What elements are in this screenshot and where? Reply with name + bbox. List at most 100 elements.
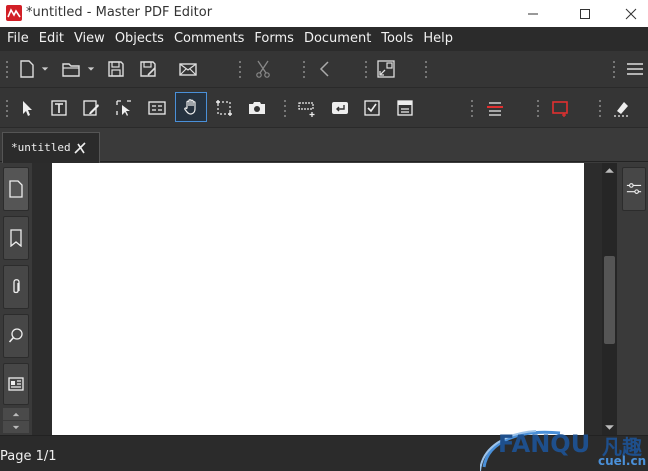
- combo-box-tool-button[interactable]: [392, 95, 418, 121]
- save-as-button[interactable]: [135, 56, 161, 82]
- list-box-icon: [397, 100, 413, 116]
- form-field-tool-button[interactable]: [144, 95, 170, 121]
- minimize-icon: [528, 13, 538, 14]
- pdf-page[interactable]: [52, 163, 584, 435]
- pointer-box-icon: [116, 100, 131, 116]
- chevron-down-icon: [41, 67, 49, 71]
- menu-tools[interactable]: Tools: [376, 27, 418, 51]
- cut-button[interactable]: [250, 56, 276, 82]
- maximize-icon: [580, 8, 590, 19]
- main-toolbar: [0, 51, 648, 130]
- app-window: *untitled - Master PDF Editor File Edit …: [0, 0, 648, 471]
- bookmarks-panel-button[interactable]: [3, 216, 29, 260]
- fit-page-icon: [377, 60, 395, 78]
- sidebar-scroll-up[interactable]: [3, 408, 29, 420]
- menu-forms[interactable]: Forms: [249, 27, 299, 51]
- toolbar-grip[interactable]: [5, 61, 9, 81]
- scrollbar-thumb[interactable]: [604, 256, 615, 344]
- menu-document[interactable]: Document: [299, 27, 376, 51]
- tab-close-icon[interactable]: [73, 141, 87, 155]
- pages-panel-button[interactable]: [3, 167, 29, 211]
- vertical-scrollbar[interactable]: [602, 163, 617, 435]
- new-document-dropdown[interactable]: [38, 56, 52, 82]
- hamburger-icon: [627, 63, 643, 75]
- tab-untitled[interactable]: *untitled: [2, 132, 100, 163]
- mail-icon: [179, 63, 197, 76]
- eraser-button[interactable]: [608, 95, 634, 121]
- watermark-domain: cuel.cn: [598, 454, 647, 468]
- open-dropdown[interactable]: [84, 56, 98, 82]
- open-button[interactable]: [58, 56, 84, 82]
- maximize-button[interactable]: [562, 0, 608, 27]
- hand-icon: [184, 99, 196, 115]
- toolbar-grip[interactable]: [536, 100, 540, 120]
- new-document-button[interactable]: [14, 56, 40, 82]
- insert-button[interactable]: [327, 95, 353, 121]
- rectangle-icon: [552, 101, 568, 117]
- menu-view[interactable]: View: [69, 27, 110, 51]
- right-sidebar: [617, 163, 648, 435]
- minimize-button[interactable]: [510, 0, 556, 27]
- crop-icon: [216, 100, 232, 116]
- highlight-text-button[interactable]: [482, 95, 508, 121]
- document-tab-bar: *untitled: [0, 128, 648, 163]
- menu-file[interactable]: File: [2, 27, 34, 51]
- app-logo-icon: [6, 5, 22, 21]
- save-button[interactable]: [103, 56, 129, 82]
- toolbar-grip[interactable]: [302, 61, 306, 81]
- toolbar-grip[interactable]: [364, 61, 368, 81]
- sliders-icon: [626, 183, 642, 194]
- scissors-icon: [256, 60, 270, 78]
- menu-comments[interactable]: Comments: [169, 27, 249, 51]
- toolbar-grip[interactable]: [612, 61, 616, 81]
- close-icon: [625, 8, 637, 19]
- menu-help[interactable]: Help: [418, 27, 458, 51]
- text-field-add-icon: [298, 102, 315, 117]
- watermark-logo: FANQU 凡趣 cuel.cn: [480, 427, 648, 471]
- text-box-icon: [51, 100, 67, 116]
- left-sidebar: [0, 163, 32, 435]
- thumbnails-icon: [8, 377, 24, 391]
- enter-key-icon: [332, 102, 348, 114]
- email-button[interactable]: [175, 56, 201, 82]
- back-button[interactable]: [312, 56, 338, 82]
- close-button[interactable]: [608, 0, 648, 27]
- folder-open-icon: [62, 63, 80, 77]
- crop-tool-button[interactable]: [211, 95, 237, 121]
- text-tool-button[interactable]: [46, 95, 72, 121]
- menu-edit[interactable]: Edit: [34, 27, 69, 51]
- search-panel-button[interactable]: [3, 314, 29, 358]
- checkbox-tool-button[interactable]: [359, 95, 385, 121]
- rectangle-annotation-button[interactable]: [547, 95, 573, 121]
- attachments-panel-button[interactable]: [3, 265, 29, 309]
- toolbar-grip[interactable]: [424, 61, 428, 81]
- menu-objects[interactable]: Objects: [110, 27, 169, 51]
- edit-image-tool-button[interactable]: [78, 95, 104, 121]
- more-menu-button[interactable]: [622, 56, 648, 82]
- select-tool-button[interactable]: [14, 95, 40, 121]
- toolbar-grip[interactable]: [283, 100, 287, 120]
- document-viewport[interactable]: [32, 163, 602, 435]
- hand-tool-button[interactable]: [175, 92, 207, 122]
- add-field-button[interactable]: [294, 95, 320, 121]
- toolbar-grip[interactable]: [238, 61, 242, 81]
- edit-objects-tool-button[interactable]: [111, 95, 137, 121]
- menu-bar: File Edit View Objects Comments Forms Do…: [0, 27, 648, 51]
- sidebar-scroll-down[interactable]: [3, 421, 29, 433]
- window-title: *untitled - Master PDF Editor: [26, 5, 213, 20]
- new-document-icon: [20, 60, 34, 78]
- camera-icon: [249, 102, 265, 114]
- properties-panel-button[interactable]: [622, 167, 646, 211]
- fit-page-button[interactable]: [373, 56, 399, 82]
- scroll-up-arrow-icon[interactable]: [604, 165, 615, 176]
- eraser-icon: [614, 102, 628, 117]
- save-icon: [108, 61, 124, 77]
- layers-panel-button[interactable]: [3, 363, 29, 405]
- toolbar-grip[interactable]: [470, 100, 474, 120]
- form-icon: [148, 101, 166, 115]
- snapshot-tool-button[interactable]: [244, 95, 270, 121]
- chevron-down-icon: [12, 425, 20, 429]
- toolbar-grip[interactable]: [5, 100, 9, 120]
- toolbar-grip[interactable]: [598, 100, 602, 120]
- arrow-pointer-icon: [23, 101, 32, 116]
